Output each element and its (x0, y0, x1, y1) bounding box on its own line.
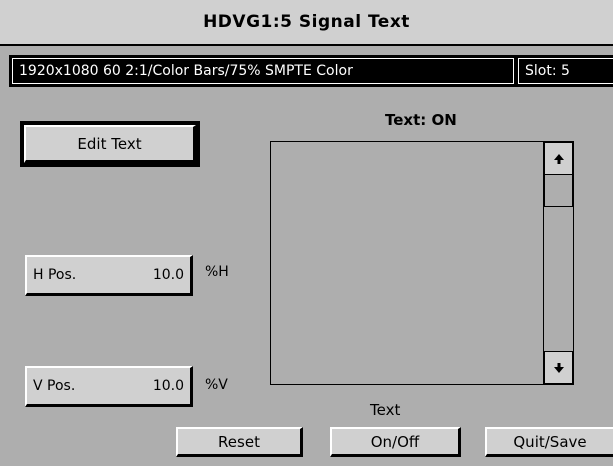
h-pos-label: H Pos. (33, 267, 77, 283)
text-display-area[interactable] (270, 141, 544, 385)
h-pos-value: 10.0 (152, 267, 184, 283)
edit-text-button[interactable]: Edit Text (24, 125, 196, 163)
on-off-button[interactable]: On/Off (330, 427, 461, 457)
h-pos-unit: %H (205, 264, 229, 280)
title-bar: HDVG1:5 Signal Text (0, 0, 613, 46)
arrow-up-icon[interactable] (544, 142, 573, 175)
v-pos-value: 10.0 (152, 378, 184, 394)
text-caption: Text (370, 401, 401, 419)
v-pos-label: V Pos. (33, 378, 76, 394)
status-bar: 1920x1080 60 2:1/Color Bars/75% SMPTE Co… (9, 55, 613, 87)
window-title: HDVG1:5 Signal Text (203, 12, 410, 32)
v-pos-button[interactable]: V Pos. 10.0 (25, 366, 193, 407)
signal-format-field: 1920x1080 60 2:1/Color Bars/75% SMPTE Co… (12, 58, 514, 84)
reset-button[interactable]: Reset (176, 427, 303, 457)
v-pos-unit: %V (205, 377, 228, 393)
arrow-down-icon[interactable] (544, 351, 573, 384)
text-status-label: Text: ON (385, 111, 457, 129)
scrollbar-thumb[interactable] (544, 174, 573, 207)
slot-field: Slot: 5 (518, 58, 613, 84)
text-scrollbar[interactable] (543, 141, 574, 385)
h-pos-button[interactable]: H Pos. 10.0 (25, 255, 193, 296)
quit-save-button[interactable]: Quit/Save (485, 427, 613, 457)
